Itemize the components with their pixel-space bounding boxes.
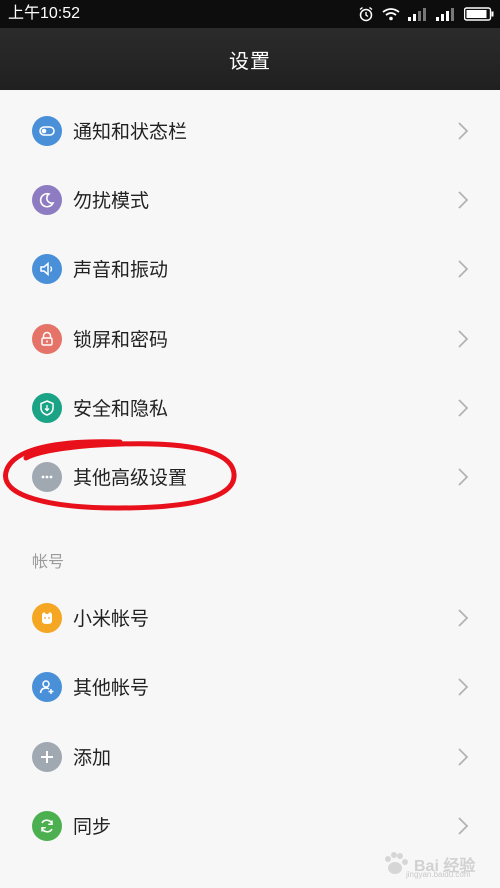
mi-face-icon	[32, 602, 62, 633]
chevron-right-icon	[458, 190, 469, 209]
chevron-right-icon	[458, 608, 469, 627]
battery-icon	[464, 7, 494, 21]
settings-item-notifications[interactable]: 通知和状态栏	[0, 96, 500, 165]
status-time: 上午10:52	[8, 5, 81, 22]
chevron-right-icon	[458, 329, 469, 348]
chevron-right-icon	[458, 747, 469, 766]
wifi-icon	[382, 8, 400, 21]
item-label: 锁屏和密码	[73, 329, 169, 351]
shield-icon	[32, 392, 62, 423]
chevron-right-icon	[458, 677, 469, 696]
header: 设置	[0, 28, 500, 90]
item-label: 通知和状态栏	[73, 121, 188, 143]
page-title: 设置	[229, 48, 271, 73]
signal-icon	[408, 8, 426, 21]
section-header-accounts: 帐号	[32, 552, 65, 571]
status-bar: 上午10:52	[0, 0, 500, 28]
item-label: 其他高级设置	[73, 467, 188, 489]
signal-2-icon	[436, 8, 454, 21]
item-label: 小米帐号	[73, 608, 150, 630]
alarm-icon	[359, 6, 373, 22]
settings-item-advanced[interactable]: 其他高级设置	[0, 442, 500, 511]
chevron-right-icon	[458, 259, 469, 278]
settings-item-lockscreen[interactable]: 锁屏和密码	[0, 304, 500, 373]
plus-icon	[32, 741, 62, 772]
settings-item-add-account[interactable]: 添加	[0, 722, 500, 791]
item-label: 声音和振动	[73, 259, 169, 281]
settings-item-do-not-disturb[interactable]: 勿扰模式	[0, 165, 500, 234]
item-label: 添加	[73, 747, 112, 769]
moon-icon	[32, 184, 62, 215]
sync-icon	[32, 810, 62, 841]
item-label: 安全和隐私	[73, 398, 169, 420]
item-label: 勿扰模式	[73, 190, 150, 212]
settings-item-sound[interactable]: 声音和振动	[0, 234, 500, 303]
more-icon	[32, 461, 62, 492]
lock-icon	[32, 323, 62, 354]
chevron-right-icon	[458, 467, 469, 486]
item-label: 其他帐号	[73, 677, 150, 699]
baidu-watermark: Bai 经验 jingyan.baidu.com	[374, 848, 494, 884]
chevron-right-icon	[458, 816, 469, 835]
person-add-icon	[32, 671, 62, 702]
settings-item-security[interactable]: 安全和隐私	[0, 373, 500, 442]
item-label: 同步	[73, 816, 112, 838]
chevron-right-icon	[458, 121, 469, 140]
status-icons	[358, 4, 494, 24]
speaker-icon	[32, 253, 62, 284]
toggle-icon	[32, 115, 62, 146]
chevron-right-icon	[458, 398, 469, 417]
settings-item-mi-account[interactable]: 小米帐号	[0, 583, 500, 652]
settings-item-other-accounts[interactable]: 其他帐号	[0, 652, 500, 721]
watermark-url: jingyan.baidu.com	[406, 870, 471, 879]
